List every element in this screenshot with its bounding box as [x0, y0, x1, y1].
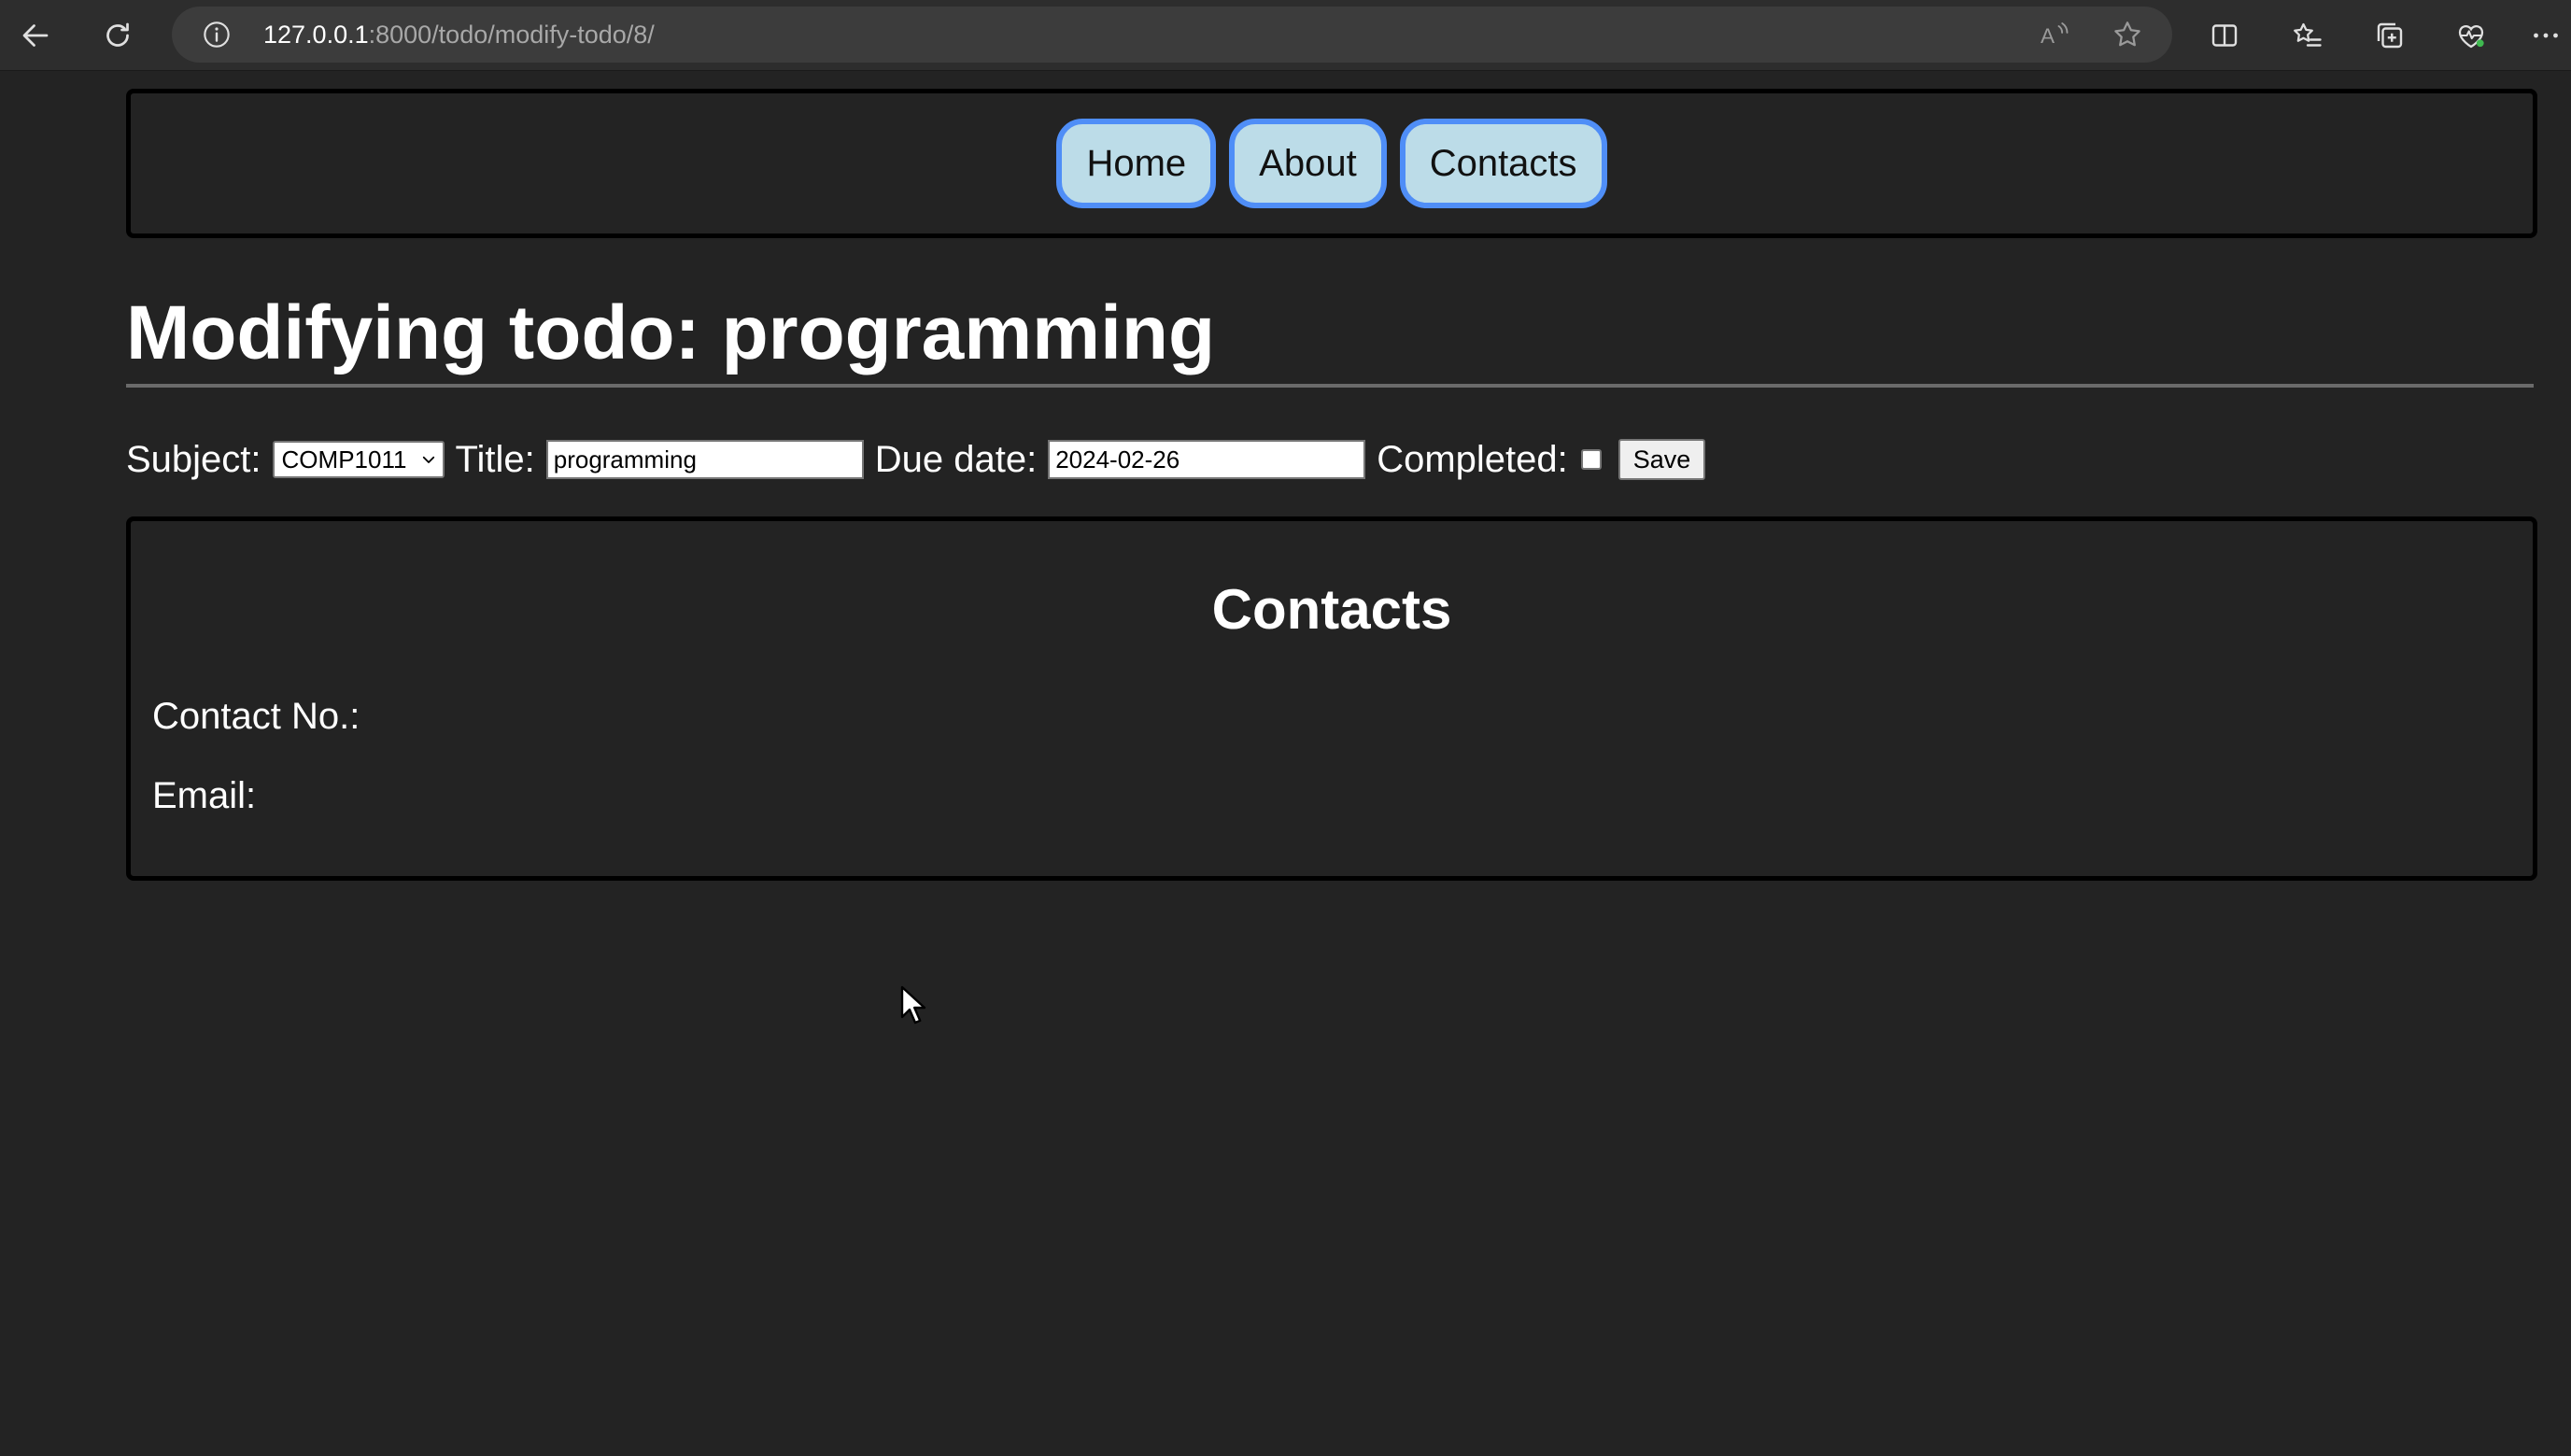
title-label: Title: — [455, 438, 535, 480]
due-date-input[interactable]: 2024-02-26 — [1048, 440, 1366, 479]
mouse-pointer-icon — [900, 985, 926, 1025]
info-icon[interactable] — [202, 20, 232, 49]
save-button[interactable]: Save — [1617, 439, 1706, 480]
contacts-heading: Contacts — [1211, 578, 1452, 641]
title-input[interactable]: programming — [545, 440, 864, 479]
more-options-icon[interactable] — [2527, 11, 2564, 60]
subject-label: Subject: — [126, 438, 261, 480]
subject-selected-value: COMP1011 — [281, 445, 407, 474]
completed-label: Completed: — [1377, 438, 1568, 480]
split-screen-icon[interactable] — [2200, 11, 2249, 60]
nav-contacts-button[interactable]: Contacts — [1399, 119, 1607, 208]
favorite-star-icon[interactable] — [2111, 18, 2144, 51]
modify-todo-form: Subject: COMP1011 Title: programming Due… — [126, 436, 2534, 483]
refresh-icon[interactable] — [93, 11, 142, 60]
subject-select[interactable]: COMP1011 — [272, 441, 445, 478]
url-path: :8000/todo/modify-todo/8/ — [368, 21, 655, 49]
completed-checkbox[interactable] — [1580, 449, 1602, 470]
contacts-section: Contacts Contact No.: Email: — [126, 516, 2537, 881]
health-icon[interactable] — [2447, 11, 2495, 60]
favorites-list-icon[interactable] — [2283, 11, 2332, 60]
page-title: Modifying todo: programming — [126, 287, 2534, 388]
address-bar[interactable]: 127.0.0.1:8000/todo/modify-todo/8/ A — [172, 7, 2172, 63]
url-host: 127.0.0.1 — [263, 21, 369, 49]
nav-about-button[interactable]: About — [1229, 119, 1387, 208]
collections-icon[interactable] — [2366, 11, 2414, 60]
browser-toolbar: 127.0.0.1:8000/todo/modify-todo/8/ A — [0, 0, 2571, 71]
nav-bar: Home About Contacts — [126, 89, 2537, 238]
page-content: Home About Contacts Modifying todo: prog… — [126, 89, 2537, 881]
svg-text:A: A — [2041, 24, 2055, 48]
url-text[interactable]: 127.0.0.1:8000/todo/modify-todo/8/ — [263, 20, 655, 49]
back-arrow-icon[interactable] — [11, 11, 60, 60]
nav-home-button[interactable]: Home — [1056, 119, 1217, 208]
read-aloud-icon[interactable]: A — [2038, 18, 2071, 51]
due-date-label: Due date: — [874, 438, 1038, 480]
email-label: Email: — [152, 775, 257, 816]
chevron-down-icon — [422, 456, 434, 463]
contact-number-label: Contact No.: — [152, 696, 360, 737]
